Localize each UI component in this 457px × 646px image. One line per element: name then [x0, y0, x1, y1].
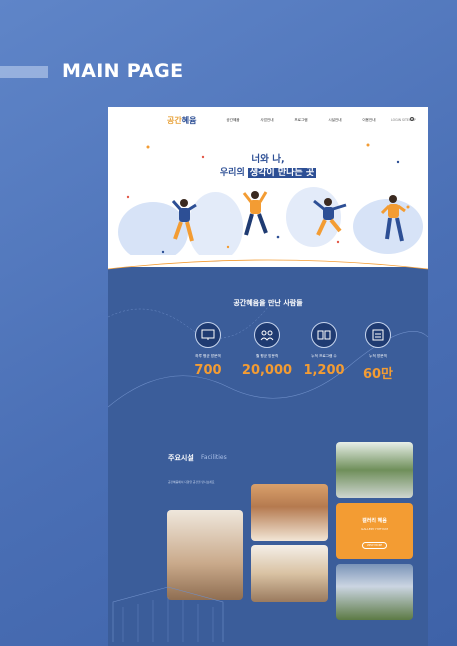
nav-item-guide[interactable]: 이용안내 — [352, 118, 386, 123]
stat-label: 월 평균 방문객 — [255, 354, 279, 358]
stat-value: 60만 — [362, 367, 394, 382]
gallery-view-more-button[interactable]: VIEW MORE — [361, 542, 388, 549]
label-accent-bar — [0, 66, 48, 78]
top-nav: 공간혜윰 공간혜윰 사업안내 프로그램 시설안내 이용안내 LOGIN SITE… — [108, 107, 428, 133]
page-label: MAIN PAGE — [62, 60, 184, 82]
facility-photo-atrium[interactable] — [336, 442, 413, 498]
program-icon — [311, 322, 337, 348]
facilities-description: 공간혜윰에서 다양한 공간을 만나보세요 — [168, 480, 215, 484]
stat-daily-visitors: 하루 평균 방문객 700 — [178, 322, 238, 378]
stat-monthly-visitors: 월 평균 방문객 20,000 — [237, 322, 297, 378]
hero-wave-divider — [108, 255, 428, 270]
stat-label: 누적 프로그램 수 — [311, 354, 337, 358]
visitors-icon — [365, 322, 391, 348]
gallery-subtitle: GALLERY HYEYUM — [361, 527, 388, 531]
stat-total-visitors: 누적 방문객 60만 — [348, 322, 408, 382]
facility-photo-bookshelf[interactable] — [251, 484, 328, 541]
search-icon[interactable] — [410, 117, 414, 121]
nav-item-about[interactable]: 공간혜윰 — [216, 118, 250, 123]
stat-value: 20,000 — [241, 363, 293, 378]
confetti-decoration — [126, 143, 410, 254]
stat-total-programs: 누적 프로그램 수 1,200 — [294, 322, 354, 378]
site-logo[interactable]: 공간혜윰 — [167, 115, 196, 126]
nav-item-program[interactable]: 프로그램 — [284, 118, 318, 123]
stat-value: 1,200 — [303, 363, 345, 378]
nav-item-business[interactable]: 사업안내 — [250, 118, 284, 123]
stat-label: 누적 방문객 — [369, 354, 387, 358]
stat-value: 700 — [194, 363, 222, 378]
hero-section: 공간혜윰 공간혜윰 사업안내 프로그램 시설안내 이용안내 LOGIN SITE… — [108, 107, 428, 267]
facilities-title: 주요시설 — [168, 454, 194, 462]
website-mockup: 공간혜윰 공간혜윰 사업안내 프로그램 시설안내 이용안내 LOGIN SITE… — [108, 107, 428, 646]
stat-label: 하루 평균 방문객 — [195, 354, 221, 358]
facility-photo-lounge[interactable] — [251, 545, 328, 602]
facility-photo-garden[interactable] — [336, 564, 413, 620]
gallery-title: 갤러리 혜윰 — [362, 518, 387, 524]
monitor-icon — [195, 322, 221, 348]
nav-menu: 공간혜윰 사업안내 프로그램 시설안내 이용안내 — [216, 118, 386, 123]
group-icon — [254, 322, 280, 348]
facilities-subtitle: Facilities — [201, 454, 227, 461]
gallery-hyeyum-card[interactable]: 갤러리 혜윰 GALLERY HYEYUM VIEW MORE — [336, 503, 413, 559]
stats-section-title: 공간혜윰을 만난 사람들 — [233, 299, 303, 307]
nav-item-facility[interactable]: 시설안내 — [318, 118, 352, 123]
building-line-illustration — [112, 586, 224, 642]
